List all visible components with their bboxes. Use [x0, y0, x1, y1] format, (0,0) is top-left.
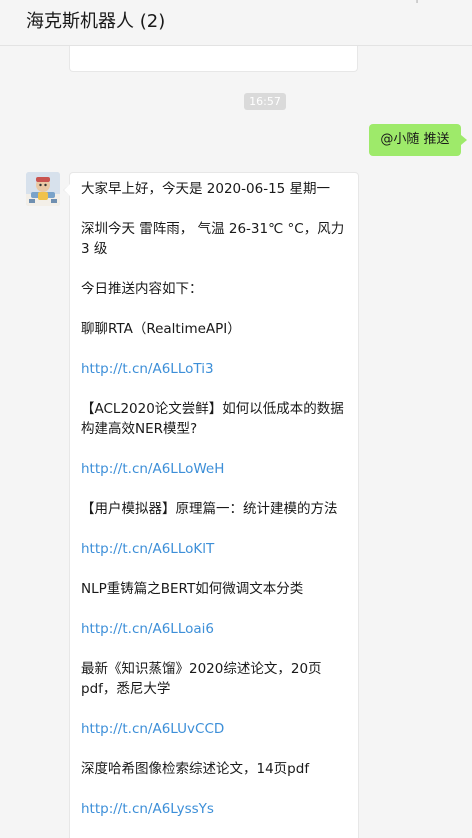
chat-window: 海克斯机器人 (2) + 16:57 @小随 推送 大家早上好，今天是 2020…	[0, 0, 472, 838]
sent-message-bubble[interactable]: @小随 推送	[369, 124, 467, 156]
item-title: 最新《知识蒸馏》2020综述论文，20页pdf，悉尼大学	[81, 661, 322, 697]
item-title: 聊聊RTA（RealtimeAPI）	[81, 321, 241, 337]
item-link[interactable]: http://t.cn/A6LLoTi3	[81, 359, 353, 379]
item-title: NLP重铸篇之BERT如何微调文本分类	[81, 581, 304, 597]
item-title: 深度哈希图像检索综述论文，14页pdf	[81, 761, 310, 777]
chat-title: 海克斯机器人 (2)	[26, 11, 166, 32]
item-title: 【ACL2020论文尝鲜】如何以低成本的数据构建高效NER模型?	[81, 401, 344, 437]
item-link[interactable]: http://t.cn/A6LLoKlT	[81, 539, 353, 559]
item-link[interactable]: http://t.cn/A6LLoWeH	[81, 459, 353, 479]
weather-text: 深圳今天 雷阵雨， 气温 26-31℃ °C，风力 3 级	[81, 221, 345, 257]
greeting-text: 大家早上好，今天是 2020-06-15 星期一	[81, 181, 331, 197]
received-message-bubble: 大家早上好，今天是 2020-06-15 星期一 深圳今天 雷阵雨， 气温 26…	[63, 172, 359, 838]
robot-avatar-icon	[26, 172, 60, 206]
item-title: 【用户模拟器】原理篇一：统计建模的方法	[81, 501, 338, 517]
message-timestamp: 16:57	[244, 93, 286, 110]
intro-text: 今日推送内容如下：	[81, 281, 203, 297]
item-link[interactable]: http://t.cn/A6LUvCCD	[81, 719, 353, 739]
bot-avatar[interactable]	[26, 172, 60, 206]
more-icon[interactable]: +	[410, 0, 424, 5]
item-link[interactable]: http://t.cn/A6LLoai6	[81, 619, 353, 639]
item-link[interactable]: http://t.cn/A6LyssYs	[81, 799, 353, 819]
chat-header: 海克斯机器人 (2) +	[0, 0, 472, 46]
previous-message-bubble	[69, 46, 358, 72]
